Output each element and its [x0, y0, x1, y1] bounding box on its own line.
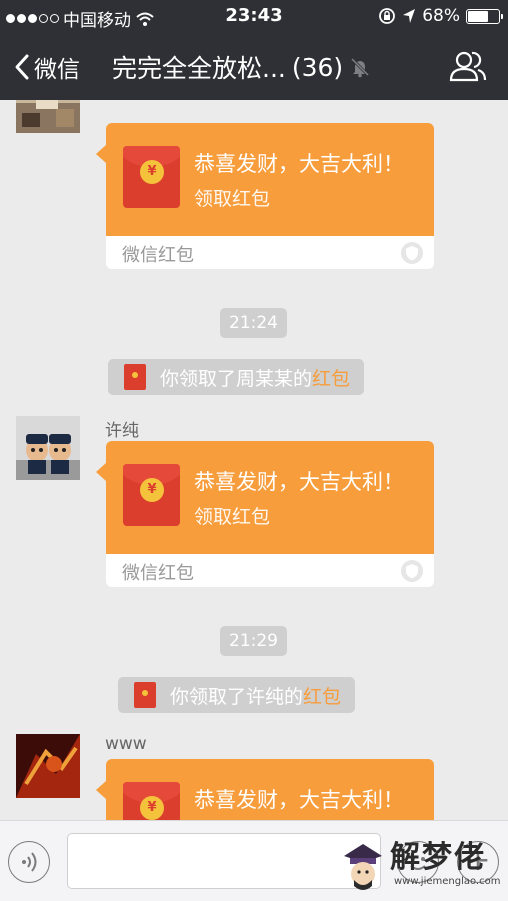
group-info-button[interactable] [448, 50, 488, 86]
coin-icon: ¥ [140, 796, 164, 820]
red-packet-footer: 微信红包 [106, 554, 434, 587]
watermark-text: 解梦佬 [390, 840, 486, 875]
sender-name: www [105, 734, 147, 754]
back-label: 微信 [34, 57, 80, 83]
red-packet-bubble[interactable]: ¥ 恭喜发财，大吉大利！ 领取红包 微信红包 [96, 123, 434, 269]
red-packet-body: ¥ 恭喜发财，大吉大利！ 领取红包 [96, 441, 434, 554]
avatar[interactable] [16, 416, 80, 480]
timestamp: 21:24 [220, 308, 287, 338]
status-right: 68% [378, 6, 503, 26]
red-packet-greeting: 恭喜发财，大吉大利！ [194, 152, 404, 176]
message-input[interactable] [67, 833, 381, 889]
system-notice-text: 你领取了周某某的红包 [160, 367, 351, 390]
coin-icon: ¥ [140, 478, 164, 502]
red-packet-action: 领取红包 [194, 506, 271, 528]
red-packet-greeting: 恭喜发财，大吉大利！ [194, 788, 404, 812]
red-packet-link[interactable]: 红包 [303, 686, 341, 708]
red-packet-bubble[interactable]: ¥ 恭喜发财，大吉大利！ 领取红包 微信红包 [96, 441, 434, 587]
red-envelope-icon [124, 364, 146, 390]
envelope-icon: ¥ [123, 146, 180, 208]
nav-bar: 微信 完完全全放松... (36) [0, 32, 508, 100]
people-icon [449, 51, 487, 82]
red-packet-footer: 微信红包 [106, 236, 434, 269]
envelope-icon: ¥ [123, 464, 180, 526]
system-notice-text: 你领取了许纯的红包 [170, 685, 342, 708]
voice-icon [22, 852, 37, 872]
chat-title: 完完全全放松... (36) [112, 49, 371, 85]
shield-icon [401, 242, 423, 264]
status-bar: 中国移动 23:43 68% [0, 0, 508, 32]
group-name: 完完全全放松... [112, 54, 286, 83]
red-packet-body: ¥ 恭喜发财，大吉大利！ [96, 759, 434, 820]
avatar[interactable] [16, 734, 80, 798]
red-envelope-icon [134, 682, 156, 708]
red-packet-greeting: 恭喜发财，大吉大利！ [194, 470, 404, 494]
coin-icon: ¥ [140, 160, 164, 184]
battery-fill [468, 10, 488, 22]
red-packet-body: ¥ 恭喜发财，大吉大利！ 领取红包 [96, 123, 434, 236]
red-packet-bubble[interactable]: ¥ 恭喜发财，大吉大利！ [96, 759, 434, 820]
rotation-lock-icon [379, 8, 396, 24]
system-notice: 你领取了周某某的红包 [108, 359, 365, 395]
chevron-left-icon [15, 54, 29, 80]
red-packet-link[interactable]: 红包 [312, 368, 350, 390]
envelope-icon: ¥ [123, 782, 180, 820]
avatar[interactable] [16, 100, 80, 133]
red-packet-action: 领取红包 [194, 188, 271, 210]
battery-icon [466, 8, 503, 24]
timestamp: 21:29 [220, 626, 287, 656]
watermark-logo-icon [344, 844, 382, 890]
bell-slash-icon [351, 57, 370, 78]
red-packet-brand: 微信红包 [122, 245, 194, 266]
shield-icon [401, 560, 423, 582]
battery-percent: 68% [422, 6, 460, 26]
back-button[interactable]: 微信 [14, 50, 80, 84]
chat-area[interactable]: 周瑾 ¥ 恭喜发财，大吉大利！ 领取红包 微信红包 21:24 你领 [0, 100, 508, 820]
voice-button[interactable] [8, 841, 50, 883]
system-notice: 你领取了许纯的红包 [118, 677, 356, 713]
member-count: (36) [291, 52, 344, 82]
sender-name: 许纯 [105, 421, 139, 441]
watermark: 解梦佬 www.jiemenglao.com [340, 832, 505, 898]
red-packet-brand: 微信红包 [122, 563, 194, 584]
location-icon [403, 9, 416, 23]
watermark-url: www.jiemenglao.com [394, 876, 501, 887]
